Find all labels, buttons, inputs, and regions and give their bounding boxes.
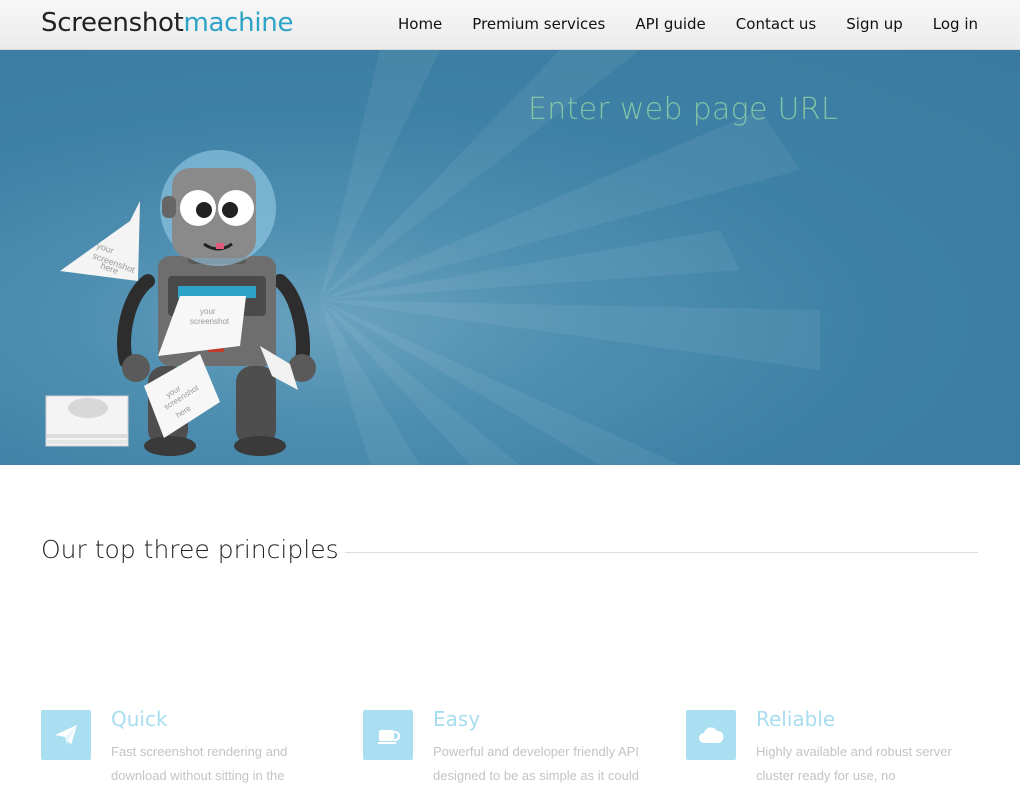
feature-quick: Quick Fast screenshot rendering and downl… xyxy=(41,707,341,800)
feature-title: Easy xyxy=(433,707,481,731)
feature-description: Highly available and robust server cluste… xyxy=(756,740,981,788)
section-title-divider xyxy=(345,552,978,553)
logo-accent-text: machine xyxy=(183,8,294,38)
main-nav: Home Premium services API guide Contact … xyxy=(368,15,978,33)
logo-main-text: Screenshot xyxy=(41,8,184,38)
nav-home-link[interactable]: Home xyxy=(398,15,442,33)
robot-mascot-illustration: your screenshot here your screenshot you… xyxy=(45,150,316,456)
coffee-cup-icon xyxy=(363,710,413,760)
top-navigation-bar: Screenshotmachine Home Premium services … xyxy=(0,0,1020,50)
paper-text: screenshot xyxy=(190,317,230,326)
nav-log-in-link[interactable]: Log in xyxy=(933,15,978,33)
feature-easy: Easy Powerful and developer friendly API… xyxy=(363,707,663,800)
feature-description-line: cluster ready for use, no xyxy=(756,768,896,783)
nav-contact-us-link[interactable]: Contact us xyxy=(736,15,816,33)
paper-text: your xyxy=(200,307,216,316)
feature-description-line: download without sitting in the xyxy=(111,768,285,783)
paper-plane-icon xyxy=(41,710,91,760)
feature-description: Powerful and developer friendly API desig… xyxy=(433,740,658,788)
hero-banner: Enter web page URL your screenshot here … xyxy=(0,50,1020,465)
section-title: Our top three principles xyxy=(41,535,339,564)
feature-description-line: Fast screenshot rendering and xyxy=(111,744,288,759)
nav-premium-services-link[interactable]: Premium services xyxy=(472,15,605,33)
feature-reliable: Reliable Highly available and robust ser… xyxy=(686,707,986,800)
site-logo[interactable]: Screenshotmachine xyxy=(41,8,293,38)
feature-title: Quick xyxy=(111,707,168,731)
cloud-icon xyxy=(686,710,736,760)
nav-api-guide-link[interactable]: API guide xyxy=(635,15,705,33)
feature-description: Fast screenshot rendering and download wi… xyxy=(111,740,336,788)
feature-description-line: designed to be as simple as it could xyxy=(433,768,639,783)
nav-sign-up-link[interactable]: Sign up xyxy=(846,15,903,33)
feature-title: Reliable xyxy=(756,707,836,731)
paper-stack-icon xyxy=(45,395,129,447)
feature-description-line: Highly available and robust server xyxy=(756,744,952,759)
url-input-heading: Enter web page URL xyxy=(528,92,838,127)
feature-description-line: Powerful and developer friendly API xyxy=(433,744,639,759)
